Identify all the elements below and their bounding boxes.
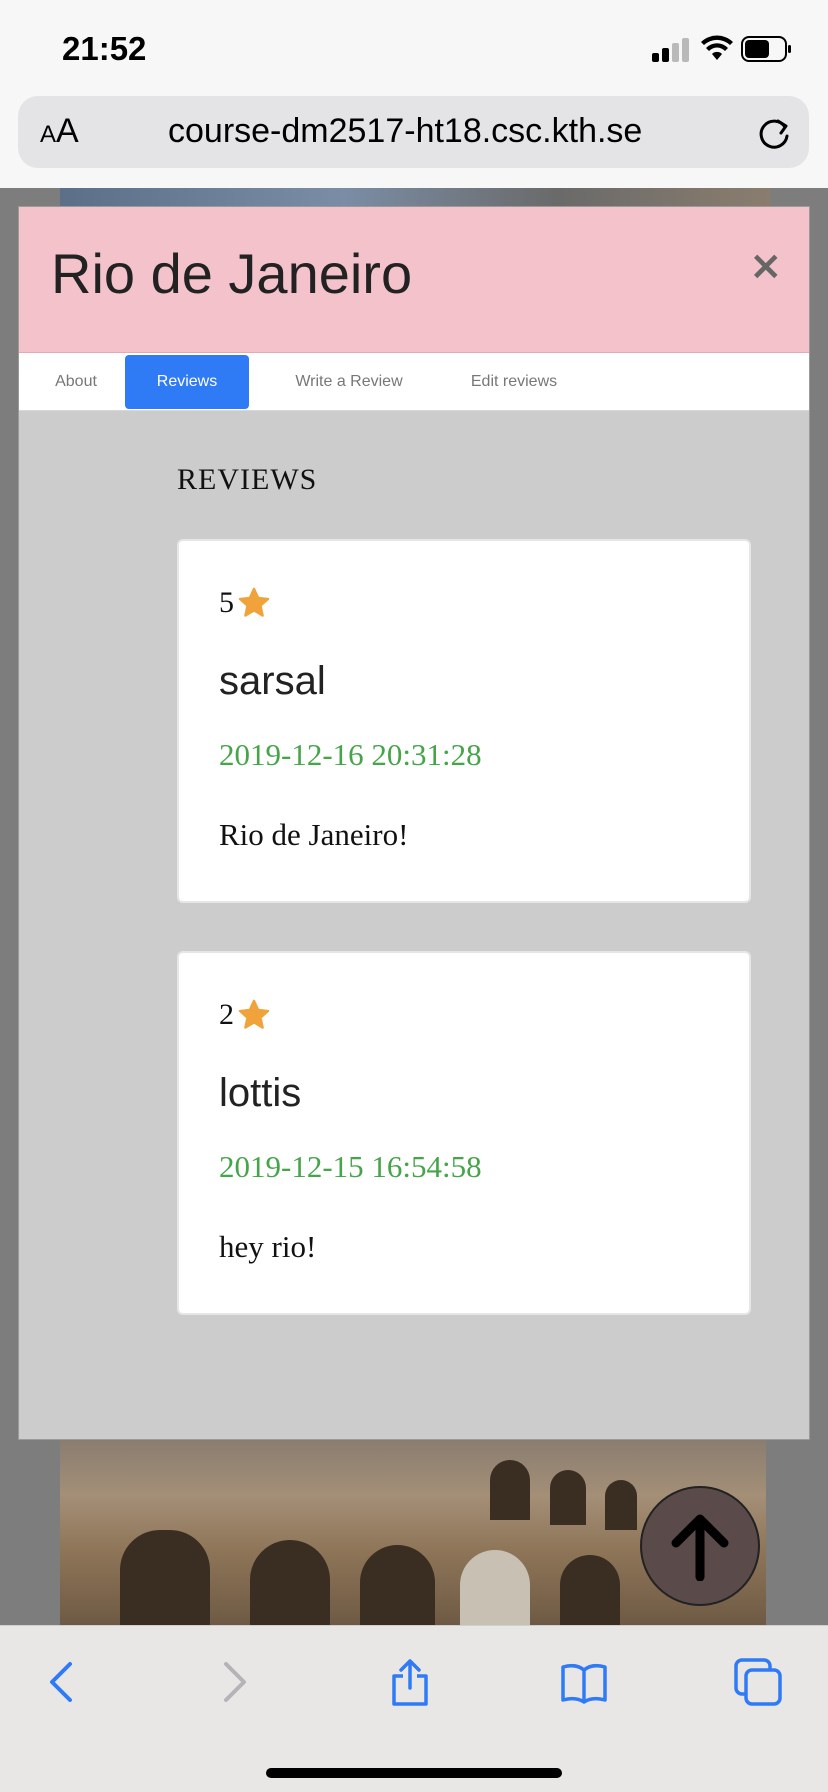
battery-icon — [741, 36, 791, 62]
rating-value: 2 — [219, 998, 234, 1031]
cellular-signal-icon — [652, 36, 692, 62]
reviews-heading: REVIEWS — [177, 463, 318, 496]
tabs-icon[interactable] — [734, 1658, 782, 1706]
browser-address-area: AA course-dm2517-ht18.csc.kth.se — [0, 96, 828, 188]
modal-tabs: About Reviews Write a Review Edit review… — [19, 353, 809, 411]
text-size-button[interactable]: AA — [40, 112, 79, 151]
reviewer-name: sarsal — [219, 659, 326, 703]
review-card: 2 lottis 2019-12-15 16:54:58 hey rio! — [177, 951, 751, 1315]
star-icon — [238, 999, 270, 1029]
background-destination-image — [60, 188, 770, 208]
rating-value: 5 — [219, 586, 234, 619]
address-bar[interactable]: AA course-dm2517-ht18.csc.kth.se — [18, 96, 809, 168]
destination-modal: Rio de Janeiro × About Reviews Write a R… — [18, 206, 810, 1440]
reload-icon[interactable] — [754, 112, 794, 152]
wifi-icon — [701, 35, 733, 60]
tab-about[interactable]: About — [31, 355, 121, 409]
review-text: Rio de Janeiro! — [219, 817, 409, 852]
url-text[interactable]: course-dm2517-ht18.csc.kth.se — [168, 112, 642, 151]
status-time: 21:52 — [62, 30, 147, 67]
tab-reviews[interactable]: Reviews — [125, 355, 249, 409]
home-indicator — [266, 1768, 562, 1778]
review-rating: 2 — [219, 997, 272, 1033]
arrow-up-icon — [671, 1514, 729, 1581]
browser-toolbar — [0, 1625, 828, 1792]
review-date: 2019-12-16 20:31:28 — [219, 737, 482, 772]
tab-edit-reviews[interactable]: Edit reviews — [439, 355, 589, 409]
close-button[interactable]: × — [749, 243, 783, 289]
tab-write-review[interactable]: Write a Review — [269, 355, 429, 409]
star-icon — [238, 587, 270, 617]
review-date: 2019-12-15 16:54:58 — [219, 1149, 482, 1184]
modal-title: Rio de Janeiro — [51, 242, 413, 305]
modal-header: Rio de Janeiro × — [19, 207, 809, 353]
review-card: 5 sarsal 2019-12-16 20:31:28 Rio de Jane… — [177, 539, 751, 903]
book-icon[interactable] — [560, 1658, 608, 1706]
chevron-left-icon[interactable] — [38, 1658, 86, 1706]
chevron-right-icon[interactable] — [210, 1658, 258, 1706]
share-icon[interactable] — [386, 1658, 434, 1706]
reviewer-name: lottis — [219, 1071, 302, 1115]
review-text: hey rio! — [219, 1229, 317, 1264]
review-rating: 5 — [219, 585, 272, 621]
status-bar: 21:52 — [0, 0, 828, 96]
scroll-to-top-button[interactable] — [640, 1486, 760, 1606]
